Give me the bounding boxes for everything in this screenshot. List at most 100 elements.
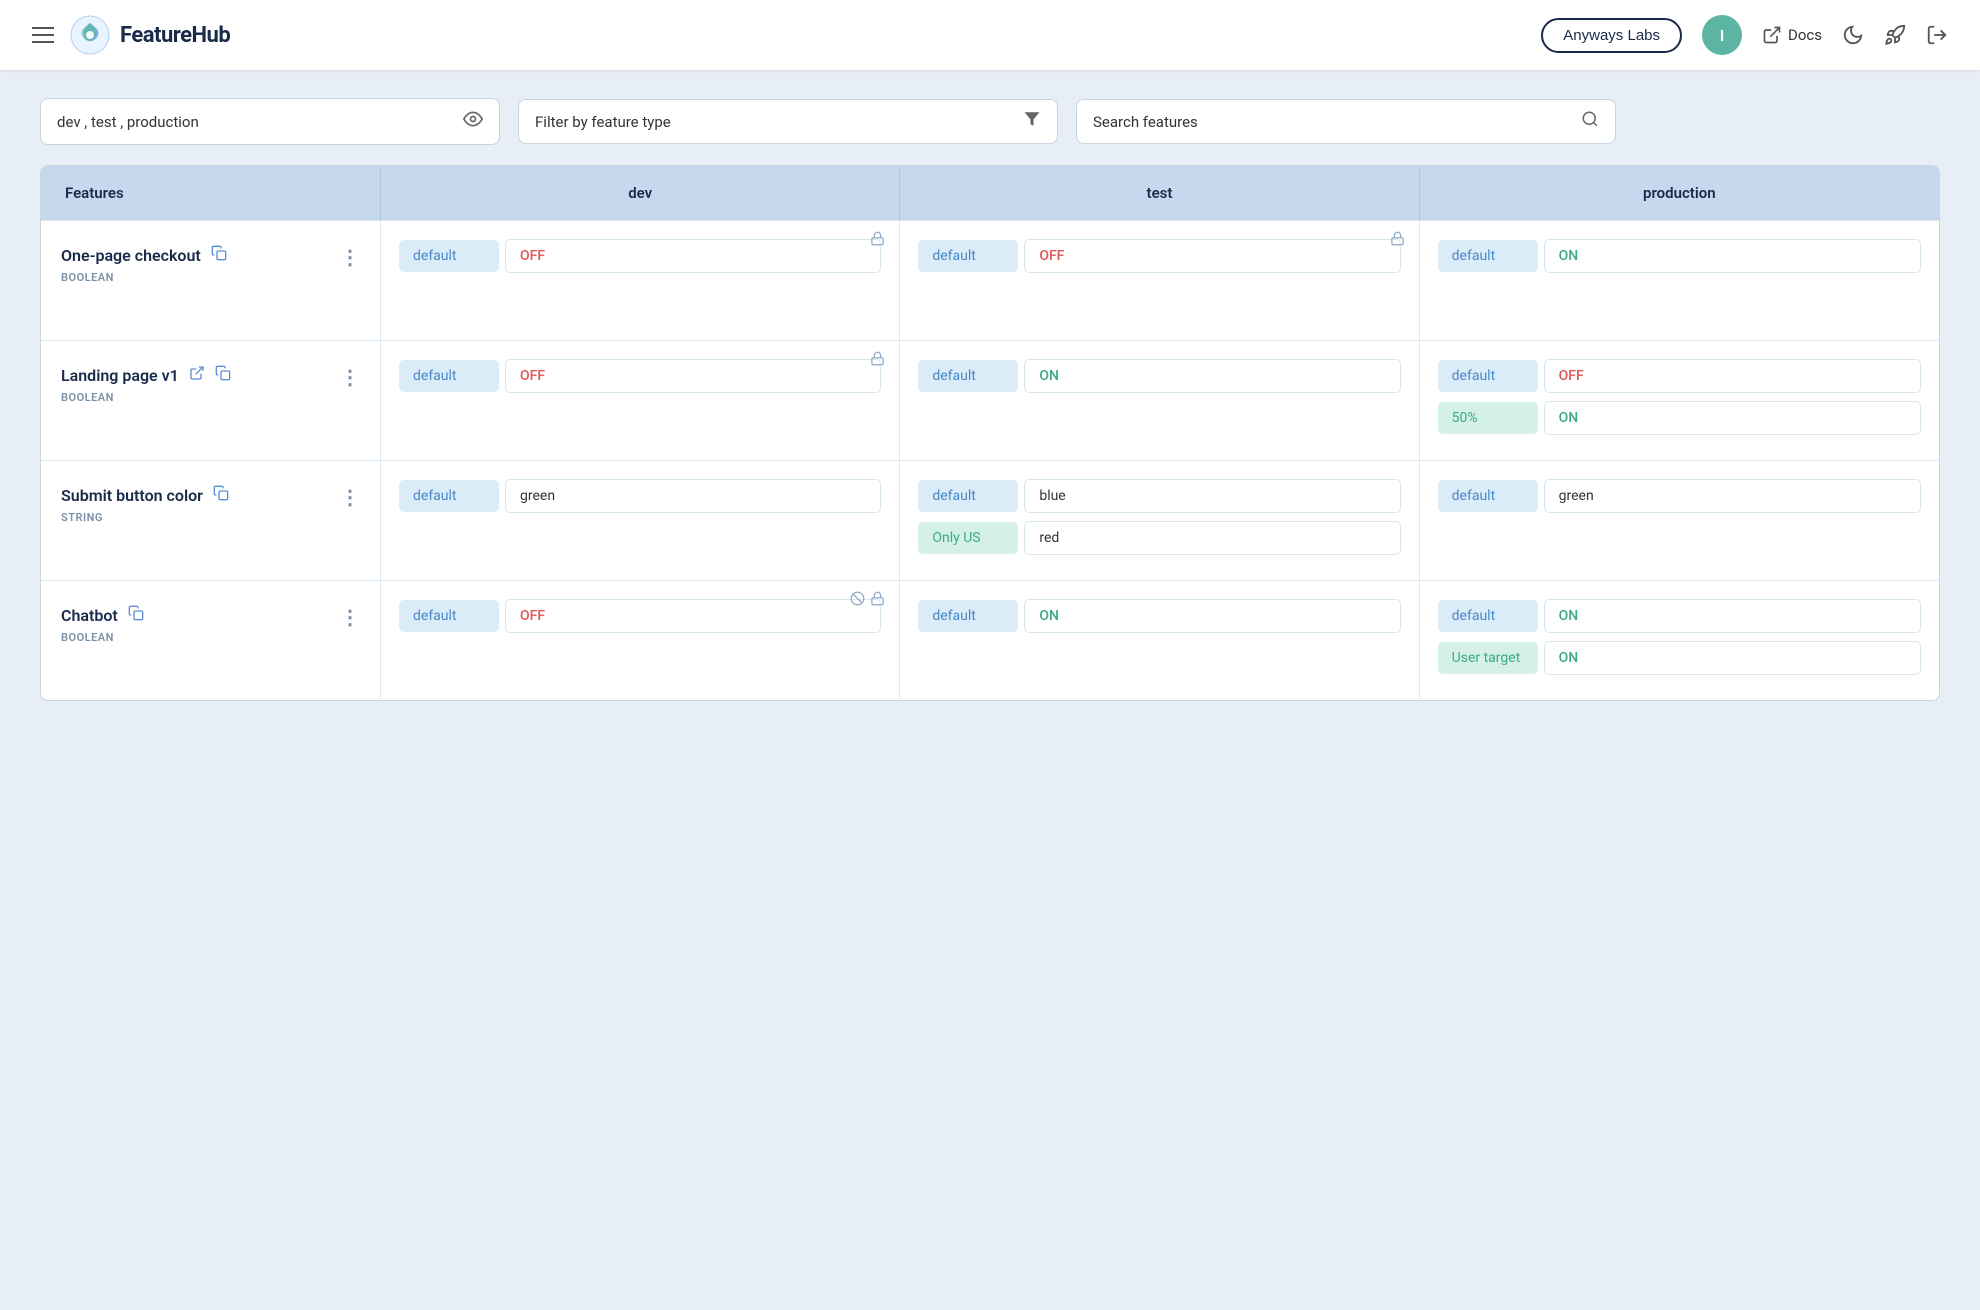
rule-row: defaultOFF	[399, 599, 881, 633]
docs-link[interactable]: Docs	[1788, 26, 1822, 44]
rule-row: 50%ON	[1438, 401, 1921, 435]
rule-label: User target	[1438, 642, 1538, 674]
rule-value[interactable]: OFF	[505, 599, 881, 633]
avatar[interactable]: I	[1702, 15, 1742, 55]
env-cell-production[interactable]: defaultgreen	[1420, 461, 1939, 580]
feature-type: STRING	[61, 511, 340, 524]
search-label: Search features	[1093, 113, 1571, 131]
more-options-button[interactable]: ⋮	[340, 247, 360, 267]
rule-row: defaultON	[1438, 599, 1921, 633]
env-cell-dev[interactable]: defaultOFF	[381, 221, 900, 340]
copy-icon[interactable]	[213, 485, 229, 505]
rule-row: defaultON	[1438, 239, 1921, 273]
rule-value[interactable]: blue	[1024, 479, 1400, 513]
rule-value[interactable]: green	[505, 479, 881, 513]
search-icon	[1581, 110, 1599, 133]
feature-actions: ⋮	[340, 485, 360, 507]
rule-label: default	[399, 360, 499, 392]
rule-value[interactable]: ON	[1024, 359, 1400, 393]
rule-row: defaultON	[918, 599, 1400, 633]
env-cell-production[interactable]: defaultON	[1420, 221, 1939, 340]
search-box[interactable]: Search features	[1076, 99, 1616, 144]
header-production: production	[1420, 166, 1939, 220]
rocket-icon[interactable]	[1884, 24, 1906, 46]
rule-label: default	[918, 360, 1018, 392]
header-dev: dev	[381, 166, 900, 220]
rule-value[interactable]: OFF	[505, 359, 881, 393]
rule-value[interactable]: red	[1024, 521, 1400, 555]
rule-value[interactable]: ON	[1544, 599, 1921, 633]
header-right: Anyways Labs I Docs	[1541, 15, 1948, 55]
feature-name: Chatbot	[61, 605, 340, 625]
feature-cell: Submit button colorSTRING⋮	[41, 461, 381, 580]
lock-icon	[870, 591, 885, 610]
feature-cell-content: Chatbot BOOLEAN	[61, 605, 340, 644]
feature-name: Landing page v1	[61, 365, 340, 385]
filter-icon	[1023, 110, 1041, 133]
feature-actions: ⋮	[340, 245, 360, 267]
rule-label: default	[1438, 360, 1538, 392]
rule-value[interactable]: ON	[1544, 641, 1921, 675]
external-link-icon[interactable]	[189, 365, 205, 385]
feature-cell: Chatbot BOOLEAN⋮	[41, 581, 381, 700]
env-cell-production[interactable]: defaultOFF50%ON	[1420, 341, 1939, 460]
rule-row: defaultOFF	[399, 239, 881, 273]
rule-row: defaultOFF	[1438, 359, 1921, 393]
more-options-button[interactable]: ⋮	[340, 607, 360, 627]
header-features: Features	[41, 166, 381, 220]
feature-actions: ⋮	[340, 365, 360, 387]
feature-name: One-page checkout	[61, 245, 340, 265]
copy-icon[interactable]	[215, 365, 231, 385]
rule-row: defaultgreen	[399, 479, 881, 513]
theme-icon[interactable]	[1842, 24, 1864, 46]
rule-label: 50%	[1438, 402, 1538, 434]
env-cell-production[interactable]: defaultONUser targetON	[1420, 581, 1939, 700]
lock-icon	[870, 231, 885, 250]
rule-value[interactable]: OFF	[1544, 359, 1921, 393]
logout-icon[interactable]	[1926, 24, 1948, 46]
table-header: Features dev test production	[41, 166, 1939, 220]
env-cell-test[interactable]: defaultON	[900, 581, 1419, 700]
lock-icon	[870, 351, 885, 370]
rule-label: default	[399, 240, 499, 272]
env-cell-test[interactable]: defaultON	[900, 341, 1419, 460]
more-options-button[interactable]: ⋮	[340, 367, 360, 387]
rule-value[interactable]: ON	[1544, 239, 1921, 273]
env-cell-dev[interactable]: defaultOFF	[381, 581, 900, 700]
env-cell-test[interactable]: defaultblueOnly USred	[900, 461, 1419, 580]
rule-row: defaultOFF	[918, 239, 1400, 273]
copy-icon[interactable]	[211, 245, 227, 265]
rule-value[interactable]: ON	[1024, 599, 1400, 633]
logo-icon	[70, 15, 110, 55]
env-cell-dev[interactable]: defaultOFF	[381, 341, 900, 460]
rule-value[interactable]: OFF	[505, 239, 881, 273]
feature-cell: Landing page v1 BOOLEAN⋮	[41, 341, 381, 460]
app-title: FeatureHub	[120, 23, 230, 48]
hamburger-menu[interactable]	[32, 27, 54, 43]
rule-row: defaultgreen	[1438, 479, 1921, 513]
rule-value[interactable]: ON	[1544, 401, 1921, 435]
feature-cell-content: Submit button colorSTRING	[61, 485, 340, 524]
copy-icon[interactable]	[128, 605, 144, 625]
org-button[interactable]: Anyways Labs	[1541, 18, 1682, 53]
rule-label: default	[1438, 480, 1538, 512]
external-link-icon[interactable]: Docs	[1762, 25, 1822, 45]
feature-type: BOOLEAN	[61, 391, 340, 404]
rule-value[interactable]: OFF	[1024, 239, 1400, 273]
disabled-icon	[850, 591, 865, 610]
rule-label: default	[1438, 600, 1538, 632]
table-row: ChatbotBOOLEAN⋮defaultOFFdefaultONdefaul…	[41, 580, 1939, 700]
rule-label: default	[399, 600, 499, 632]
rule-row: defaultON	[918, 359, 1400, 393]
header-test: test	[900, 166, 1419, 220]
more-options-button[interactable]: ⋮	[340, 487, 360, 507]
rule-label: default	[918, 240, 1018, 272]
env-cell-test[interactable]: defaultOFF	[900, 221, 1419, 340]
feature-type: BOOLEAN	[61, 631, 340, 644]
env-cell-dev[interactable]: defaultgreen	[381, 461, 900, 580]
rule-label: default	[1438, 240, 1538, 272]
feature-type-filter[interactable]: Filter by feature type	[518, 99, 1058, 144]
rule-value[interactable]: green	[1544, 479, 1921, 513]
env-selector[interactable]: dev , test , production	[40, 98, 500, 145]
feature-cell-content: Landing page v1 BOOLEAN	[61, 365, 340, 404]
